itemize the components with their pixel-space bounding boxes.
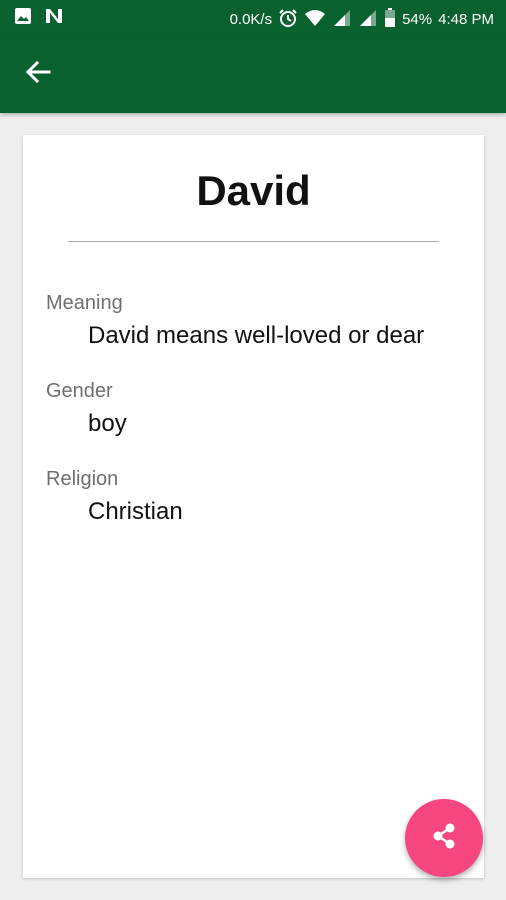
n-notification-icon xyxy=(44,7,64,29)
signal-icon xyxy=(358,9,378,31)
gender-label: Gender xyxy=(46,380,113,402)
divider xyxy=(68,241,439,242)
wifi-icon xyxy=(304,9,326,31)
battery-icon xyxy=(384,8,396,32)
status-bar: 0.0K/s 54% 4:48 PM xyxy=(0,0,506,36)
religion-value: Christian xyxy=(88,498,183,525)
meaning-label: Meaning xyxy=(46,292,123,314)
status-left-icons xyxy=(14,7,64,29)
image-icon xyxy=(14,7,32,29)
signal-icon xyxy=(332,9,352,31)
name-title: David xyxy=(196,167,311,214)
share-button[interactable] xyxy=(405,799,483,877)
back-button[interactable] xyxy=(18,54,58,94)
meaning-value: David means well-loved or dear xyxy=(88,322,425,349)
gender-value: boy xyxy=(88,410,127,437)
network-speed: 0.0K/s xyxy=(229,11,273,28)
status-right-icons: 0.0K/s 54% 4:48 PM xyxy=(230,8,494,32)
alarm-icon xyxy=(278,8,298,32)
share-icon xyxy=(429,821,459,856)
arrow-left-icon xyxy=(25,59,51,90)
app-bar xyxy=(0,36,506,113)
name-detail-card: David Meaning David means well-loved or … xyxy=(23,135,484,878)
clock: 4:48 PM xyxy=(438,11,494,28)
battery-level: 54% xyxy=(402,11,433,28)
religion-label: Religion xyxy=(46,468,119,490)
